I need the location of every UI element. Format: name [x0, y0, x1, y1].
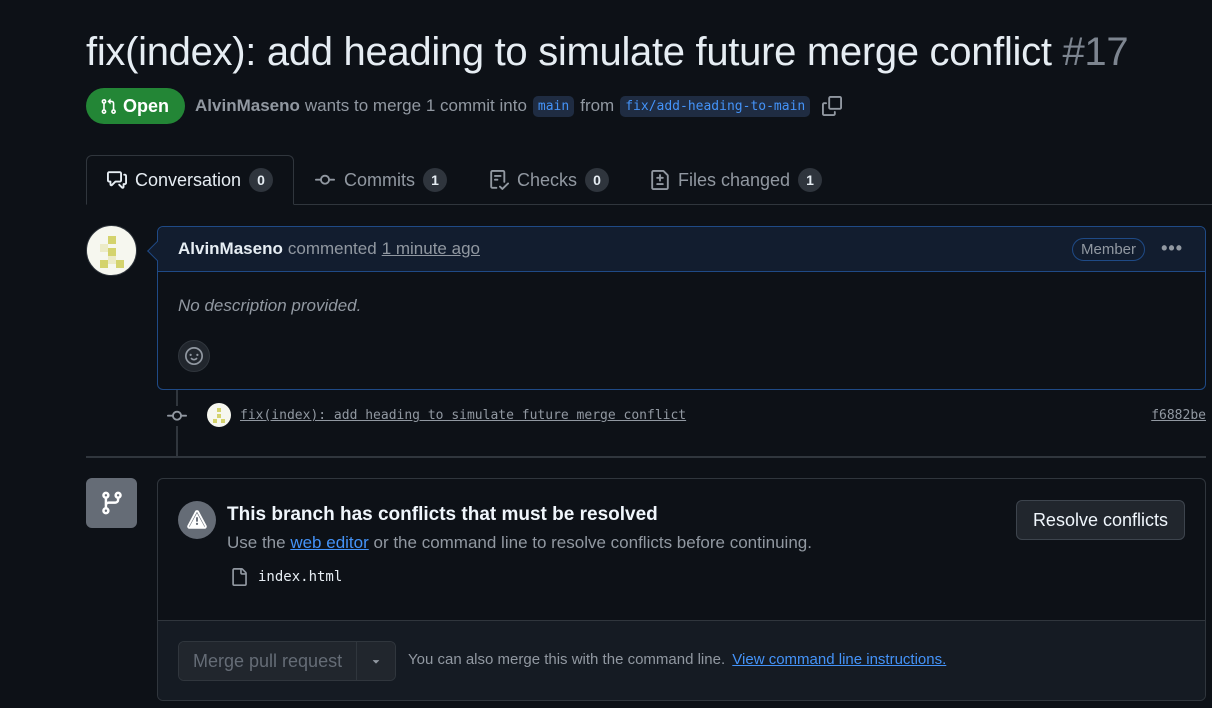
conflict-file-name: index.html: [258, 569, 343, 585]
state-label: Open: [123, 95, 170, 116]
pr-title: fix(index): add heading to simulate futu…: [86, 30, 1052, 74]
merge-text: wants to merge 1 commit into: [304, 96, 527, 115]
avatar-pixel: [213, 419, 217, 423]
tab-counter: 1: [798, 168, 823, 192]
tab-counter: 1: [423, 168, 447, 192]
avatar-pixel: [221, 419, 225, 423]
merge-button-group: Merge pull request: [178, 641, 397, 681]
from-text: from: [580, 96, 615, 115]
comment-author-link[interactable]: AlvinMaseno: [178, 239, 283, 259]
conflict-file-row: index.html: [230, 567, 342, 587]
conflict-desc-prefix: Use the: [227, 533, 286, 552]
head-branch[interactable]: fix/add-heading-to-main: [620, 95, 811, 117]
tab-counter: 0: [585, 168, 610, 192]
state-badge: Open: [86, 88, 186, 124]
pr-number: #17: [1062, 30, 1129, 74]
add-reaction-button[interactable]: [178, 340, 210, 372]
tab-conversation[interactable]: Conversation 0: [86, 155, 295, 205]
tab-commits[interactable]: Commits 1: [314, 155, 447, 205]
git-commit-icon: [315, 174, 335, 185]
avatar-pixel: [217, 414, 221, 418]
file-icon: [232, 568, 247, 586]
pr-title-heading: fix(index): add heading to simulate futu…: [86, 30, 1129, 75]
pr-author-link[interactable]: AlvinMaseno: [195, 96, 300, 116]
triangle-down-icon: [372, 660, 380, 664]
web-editor-link[interactable]: web editor: [290, 533, 368, 552]
cli-instructions-link[interactable]: View command line instructions.: [732, 651, 946, 668]
copy-icon[interactable]: [822, 96, 843, 116]
base-branch[interactable]: main: [532, 95, 575, 117]
merge-footer: Merge pull request You can also merge th…: [158, 620, 1205, 700]
merge-pull-request-button[interactable]: Merge pull request: [179, 642, 358, 680]
tab-checks[interactable]: Checks 0: [489, 155, 610, 205]
file-diff-icon: [651, 170, 669, 190]
comment-header: AlvinMaseno commented 1 minute ago Membe…: [158, 227, 1205, 272]
comment-timestamp-link[interactable]: 1 minute ago: [382, 239, 480, 259]
comment-discussion-icon: [107, 171, 127, 189]
kebab-menu-icon[interactable]: •••: [1161, 238, 1183, 259]
avatar-pixel: [100, 260, 108, 268]
avatar-pixel: [108, 236, 116, 244]
tab-label: Conversation: [135, 169, 242, 190]
commit-author-avatar[interactable]: [207, 403, 231, 427]
commit-message-link[interactable]: fix(index): add heading to simulate futu…: [240, 408, 686, 423]
avatar[interactable]: [86, 225, 137, 276]
commit-sha-link[interactable]: f6882be: [1151, 408, 1206, 423]
comment-body: No description provided.: [178, 296, 362, 315]
checklist-icon: [490, 170, 509, 190]
avatar-pixel: [116, 260, 124, 268]
alert-icon: [178, 501, 216, 539]
tab-counter: 0: [249, 168, 274, 192]
git-commit-icon: [167, 406, 187, 426]
resolve-conflicts-button[interactable]: Resolve conflicts: [1015, 500, 1185, 540]
git-branch-icon: [101, 491, 122, 515]
avatar-pixel: [100, 244, 108, 252]
cli-text: You can also merge this with the command…: [408, 651, 726, 668]
git-pull-request-icon: [101, 98, 116, 114]
tab-label: Checks: [517, 169, 578, 190]
avatar-pixel: [108, 256, 116, 264]
pr-description-comment: AlvinMaseno commented 1 minute ago Membe…: [147, 226, 1206, 390]
pr-state-row: Open AlvinMaseno wants to merge 1 commit…: [86, 88, 843, 124]
tab-label: Commits: [344, 169, 415, 190]
avatar-pixel: [108, 248, 116, 256]
merge-box: This branch has conflicts that must be r…: [157, 478, 1206, 701]
merge-options-dropdown[interactable]: [357, 642, 396, 680]
comment-action: commented: [287, 239, 377, 258]
conflict-title: This branch has conflicts that must be r…: [227, 504, 658, 525]
tab-label: Files changed: [678, 169, 791, 190]
smiley-icon: [185, 347, 203, 365]
timeline-divider: [86, 456, 1206, 458]
member-badge: Member: [1071, 238, 1145, 261]
conflict-desc-suffix: or the command line to resolve conflicts…: [373, 533, 812, 552]
merge-status-icon-box: [86, 478, 137, 528]
cli-hint: You can also merge this with the command…: [408, 651, 946, 668]
tab-files-changed[interactable]: Files changed 1: [650, 155, 823, 205]
conflict-description: Use the web editor or the command line t…: [227, 533, 812, 553]
avatar-pixel: [217, 408, 221, 412]
